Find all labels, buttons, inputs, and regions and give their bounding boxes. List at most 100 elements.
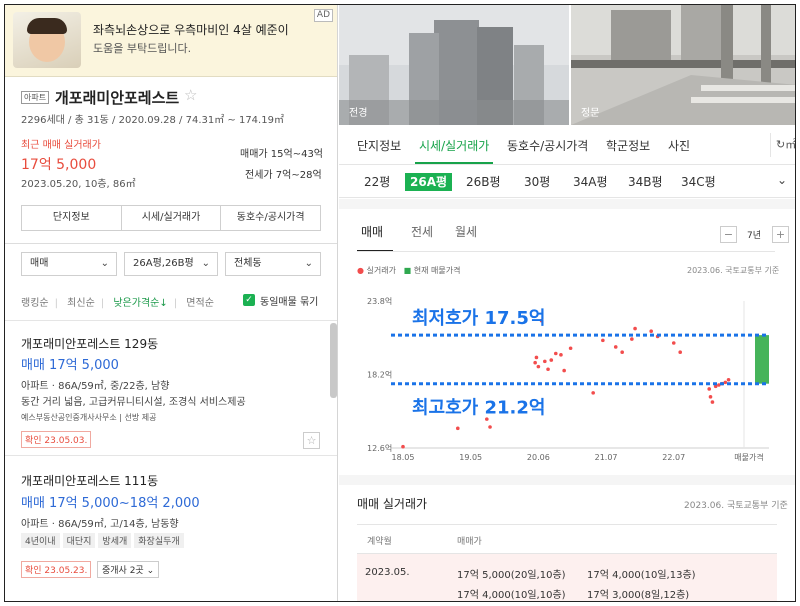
star-icon[interactable]: ☆ bbox=[184, 86, 197, 104]
tab-area[interactable]: 26B평 bbox=[461, 173, 506, 191]
detail-tabs: 단지정보 시세/실거래가 동호수/공시가격 학군정보 사진 ↻㎡ bbox=[339, 125, 796, 165]
star-icon[interactable]: ☆ bbox=[303, 432, 320, 449]
data-point bbox=[553, 351, 558, 356]
listing-item[interactable]: 개포래미안포레스트 129동 매매 17억 5,000 아파트 · 86A/59… bbox=[5, 323, 330, 453]
listing-price: 매매 17억 5,000~18억 2,000 bbox=[21, 496, 200, 511]
listing-desc: 아파트 · 86A/59㎡, 고/14층, 남동향 bbox=[21, 519, 179, 530]
tab-sale[interactable]: 매매 bbox=[361, 223, 383, 240]
sort-low-price[interactable]: 낮은가격순↓ bbox=[113, 298, 167, 309]
tab-price[interactable]: 시세/실거래가 bbox=[122, 206, 222, 230]
data-point bbox=[534, 355, 539, 360]
data-point bbox=[630, 337, 634, 341]
divider bbox=[357, 251, 775, 252]
chevron-down-icon: ⌄ bbox=[304, 258, 313, 269]
tab-area[interactable]: 22평 bbox=[359, 173, 395, 191]
area-select[interactable]: 26A평,26B평 ⌄ bbox=[124, 252, 218, 276]
area-value: 26A평,26B평 bbox=[133, 258, 194, 269]
tab-monthly[interactable]: 월세 bbox=[455, 223, 477, 240]
tab-area[interactable]: 34B평 bbox=[623, 173, 668, 191]
listing-tags: 4년이내 대단지 방세개 화장실두개 bbox=[21, 533, 184, 548]
tab-area[interactable]: 34C평 bbox=[676, 173, 721, 191]
complex-name: 개포래미안포레스트 bbox=[55, 89, 180, 107]
data-point bbox=[546, 367, 550, 372]
data-point bbox=[723, 380, 728, 385]
transaction-row[interactable]: 2023.05. 17억 5,000(20일,10층) 17억 4,000(10… bbox=[357, 554, 777, 601]
ad-title[interactable]: 좌측뇌손상으로 우측마비인 4살 예준이 bbox=[93, 21, 289, 38]
tab-area-active[interactable]: 26A평 bbox=[405, 173, 453, 191]
data-point bbox=[726, 377, 731, 382]
ad-subtitle: 도움을 부탁드립니다. bbox=[93, 42, 192, 55]
data-point bbox=[455, 426, 460, 431]
header-month: 계약월 bbox=[367, 537, 392, 547]
chart-legend: ● 실거래가 ■ 현재 매물가격 bbox=[357, 265, 460, 276]
tab-complex-info[interactable]: 단지정보 bbox=[22, 206, 122, 230]
tab-photos[interactable]: 사진 bbox=[668, 137, 690, 154]
unit-toggle-button[interactable]: ↻㎡ bbox=[770, 133, 796, 157]
tab-price[interactable]: 시세/실거래가 bbox=[419, 137, 489, 154]
photo-overview[interactable]: 전경 bbox=[339, 5, 569, 125]
legend-actual: 실거래가 bbox=[366, 266, 396, 275]
photo-overview-image bbox=[339, 5, 569, 125]
building-value: 전체동 bbox=[234, 258, 262, 269]
tab-jeonse[interactable]: 전세 bbox=[411, 223, 433, 240]
transaction-month: 2023.05. bbox=[365, 567, 410, 578]
chevron-down-icon: ⌄ bbox=[146, 566, 155, 576]
chevron-down-icon: ⌄ bbox=[100, 258, 109, 269]
price-chart[interactable]: 23.8억 18.2억 12.6억18.05 19.05 20.06 21.07 22.07… bbox=[339, 283, 796, 473]
data-point bbox=[488, 425, 492, 429]
chevron-down-icon[interactable]: ⌄ bbox=[777, 173, 787, 187]
tab-area[interactable]: 30평 bbox=[519, 173, 555, 191]
tab-unit-price[interactable]: 동호수/공시가격 bbox=[221, 206, 320, 230]
header-price: 매매가 bbox=[457, 537, 482, 547]
sort-ranking[interactable]: 랭킹순 bbox=[21, 298, 49, 309]
ad-image bbox=[13, 12, 81, 68]
photo-gate[interactable]: 정문 bbox=[571, 5, 795, 125]
tab-unit-price[interactable]: 동호수/공시가격 bbox=[507, 137, 588, 154]
deal-type-select[interactable]: 매매 ⌄ bbox=[21, 252, 117, 276]
ad-banner[interactable]: 좌측뇌손상으로 우측마비인 4살 예준이 도움을 부탁드립니다. AD bbox=[5, 5, 337, 77]
sale-price-range: 매매가 15억~43억 bbox=[240, 149, 324, 160]
ad-badge[interactable]: AD bbox=[313, 9, 333, 22]
x-tick-label: 22.07 bbox=[662, 453, 685, 462]
divider bbox=[5, 455, 337, 456]
checkbox-checked-icon[interactable]: ✓ bbox=[243, 294, 255, 306]
listing-panel: 좌측뇌손상으로 우측마비인 4살 예준이 도움을 부탁드립니다. AD 아파트 … bbox=[5, 5, 338, 601]
transaction-entry: 17억 3,000(8일,12층) bbox=[587, 590, 690, 601]
period-decrease-button[interactable]: − bbox=[720, 226, 737, 243]
period-increase-button[interactable]: + bbox=[772, 226, 789, 243]
unit-label: ㎡ bbox=[785, 138, 796, 151]
data-point bbox=[543, 359, 547, 364]
confirm-date-badge: 확인 23.05.23. bbox=[21, 561, 92, 578]
data-point bbox=[613, 345, 618, 349]
broker-count: 중개사 2곳 bbox=[102, 566, 144, 576]
legend-dot-actual: ● bbox=[357, 266, 364, 275]
listing-item[interactable]: 개포래미안포레스트 111동 매매 17억 5,000~18억 2,000 아파… bbox=[5, 458, 330, 588]
area-tabs: 22평 26A평 26B평 30평 34A평 34B평 34C평 ⌄ bbox=[339, 166, 795, 198]
divider bbox=[5, 320, 337, 321]
same-listing-label[interactable]: 동일매물 묶기 bbox=[260, 293, 318, 308]
tab-complex-info[interactable]: 단지정보 bbox=[357, 137, 401, 154]
broker-dropdown[interactable]: 중개사 2곳 ⌄ bbox=[97, 561, 160, 578]
listing-title[interactable]: 개포래미안포레스트 129동 bbox=[21, 335, 158, 352]
listing-tag: 4년이내 bbox=[21, 533, 60, 548]
data-point bbox=[562, 368, 566, 373]
photo-label: 전경 bbox=[349, 108, 368, 119]
sort-area[interactable]: 면적순 bbox=[186, 298, 214, 309]
x-tick-label: 19.05 bbox=[459, 453, 482, 462]
complex-tabs: 단지정보 시세/실거래가 동호수/공시가격 bbox=[21, 205, 321, 231]
scrollbar[interactable] bbox=[330, 323, 337, 398]
tab-school[interactable]: 학군정보 bbox=[606, 137, 650, 154]
building-select[interactable]: 전체동 ⌄ bbox=[225, 252, 321, 276]
transaction-entry: 17억 5,000(20일,10층) bbox=[457, 570, 566, 581]
recent-price-label: 최근 매매 실거래가 bbox=[21, 140, 101, 151]
legend-current: 현재 매물가격 bbox=[413, 266, 461, 275]
x-tick-label: 20.06 bbox=[527, 453, 550, 462]
listing-title[interactable]: 개포래미안포레스트 111동 bbox=[21, 472, 158, 489]
tab-area[interactable]: 34A평 bbox=[568, 173, 613, 191]
complex-meta: 2296세대 / 총 31동 / 2020.09.28 / 74.31㎡ ~ 1… bbox=[21, 115, 284, 126]
transaction-entry: 17억 4,000(10일,13층) bbox=[587, 570, 696, 581]
sort-latest[interactable]: 최신순 bbox=[67, 298, 95, 309]
data-point bbox=[559, 353, 563, 357]
current-listing-bar bbox=[755, 335, 769, 384]
data-point bbox=[620, 350, 624, 354]
